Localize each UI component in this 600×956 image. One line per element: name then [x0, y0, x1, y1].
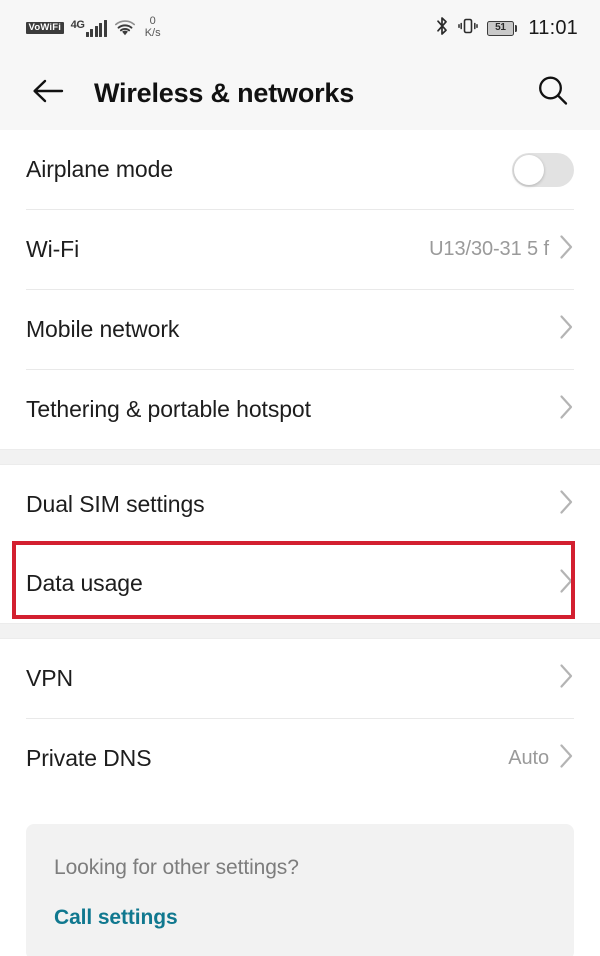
- app-bar: Wireless & networks: [0, 56, 600, 130]
- battery-icon: 51: [486, 20, 518, 36]
- bluetooth-icon: [435, 16, 449, 41]
- chevron-right-icon: [559, 568, 574, 599]
- search-icon: [536, 74, 570, 113]
- list-item-vpn[interactable]: VPN: [0, 639, 600, 718]
- row-trailing: [559, 568, 574, 599]
- other-settings-question: Looking for other settings?: [54, 856, 299, 879]
- section-separator: [0, 449, 600, 465]
- section-separator: [0, 623, 600, 639]
- vowifi-icon: VoWiFi: [26, 21, 64, 35]
- phone-screen: VoWiFi 4G 0 K/s 51 11:01 Wireless & netw…: [0, 0, 600, 956]
- list-item-airplane-mode[interactable]: Airplane mode: [0, 130, 600, 209]
- settings-section-sim-data: Dual SIM settings Data usage: [0, 465, 600, 623]
- call-settings-link[interactable]: Call settings: [54, 906, 178, 930]
- other-settings-card: Looking for other settings? Call setting…: [26, 824, 574, 956]
- data-rate-indicator: 0 K/s: [144, 14, 161, 40]
- battery-percent-label: 51: [495, 22, 506, 33]
- row-trailing: [559, 394, 574, 425]
- settings-section-vpn-dns: VPN Private DNS Auto: [0, 639, 600, 798]
- row-label: Dual SIM settings: [26, 491, 205, 517]
- page-title: Wireless & networks: [94, 77, 355, 108]
- settings-list: Airplane mode Wi-Fi U13/30-31 5 f Mobile…: [0, 130, 600, 956]
- row-trailing: U13/30-31 5 f: [429, 234, 574, 265]
- row-label: VPN: [26, 665, 73, 691]
- row-label: Wi-Fi: [26, 236, 80, 262]
- search-button[interactable]: [532, 72, 574, 114]
- list-item-dual-sim-settings[interactable]: Dual SIM settings: [0, 465, 600, 544]
- private-dns-value: Auto: [508, 747, 549, 769]
- row-trailing: [559, 314, 574, 345]
- row-label: Airplane mode: [26, 156, 174, 182]
- list-item-mobile-network[interactable]: Mobile network: [0, 290, 600, 369]
- chevron-right-icon: [559, 394, 574, 425]
- settings-section-connectivity: Airplane mode Wi-Fi U13/30-31 5 f Mobile…: [0, 130, 600, 449]
- status-bar-right: 51 11:01: [435, 16, 578, 41]
- row-trailing: [559, 489, 574, 520]
- signal-bars-icon: [85, 19, 107, 37]
- chevron-right-icon: [559, 489, 574, 520]
- row-label: Data usage: [26, 570, 143, 596]
- status-bar: VoWiFi 4G 0 K/s 51 11:01: [0, 0, 600, 56]
- row-trailing: Auto: [508, 743, 574, 774]
- network-type-label: 4G: [70, 18, 85, 31]
- chevron-right-icon: [559, 743, 574, 774]
- vibrate-icon: [458, 16, 478, 41]
- chevron-right-icon: [559, 663, 574, 694]
- back-arrow-icon: [31, 78, 65, 109]
- footer-area: Looking for other settings? Call setting…: [0, 798, 600, 956]
- cellular-signal-icon: 4G: [70, 18, 107, 37]
- airplane-mode-toggle[interactable]: [512, 152, 574, 187]
- row-trailing: [559, 663, 574, 694]
- list-item-tethering-hotspot[interactable]: Tethering & portable hotspot: [0, 370, 600, 449]
- chevron-right-icon: [559, 234, 574, 265]
- list-item-wifi[interactable]: Wi-Fi U13/30-31 5 f: [0, 210, 600, 289]
- row-label: Tethering & portable hotspot: [26, 396, 311, 422]
- status-bar-clock: 11:01: [528, 17, 578, 39]
- data-rate-unit: K/s: [144, 27, 161, 40]
- list-item-private-dns[interactable]: Private DNS Auto: [0, 719, 600, 798]
- back-button[interactable]: [28, 73, 68, 113]
- row-trailing: [512, 152, 574, 187]
- row-label: Private DNS: [26, 745, 152, 771]
- chevron-right-icon: [559, 314, 574, 345]
- list-item-data-usage[interactable]: Data usage: [0, 544, 600, 623]
- row-label: Mobile network: [26, 316, 180, 342]
- wifi-value: U13/30-31 5 f: [429, 238, 549, 260]
- status-bar-left: VoWiFi 4G 0 K/s: [26, 14, 161, 40]
- wifi-icon: [114, 19, 136, 37]
- data-rate-value: 0: [149, 14, 156, 27]
